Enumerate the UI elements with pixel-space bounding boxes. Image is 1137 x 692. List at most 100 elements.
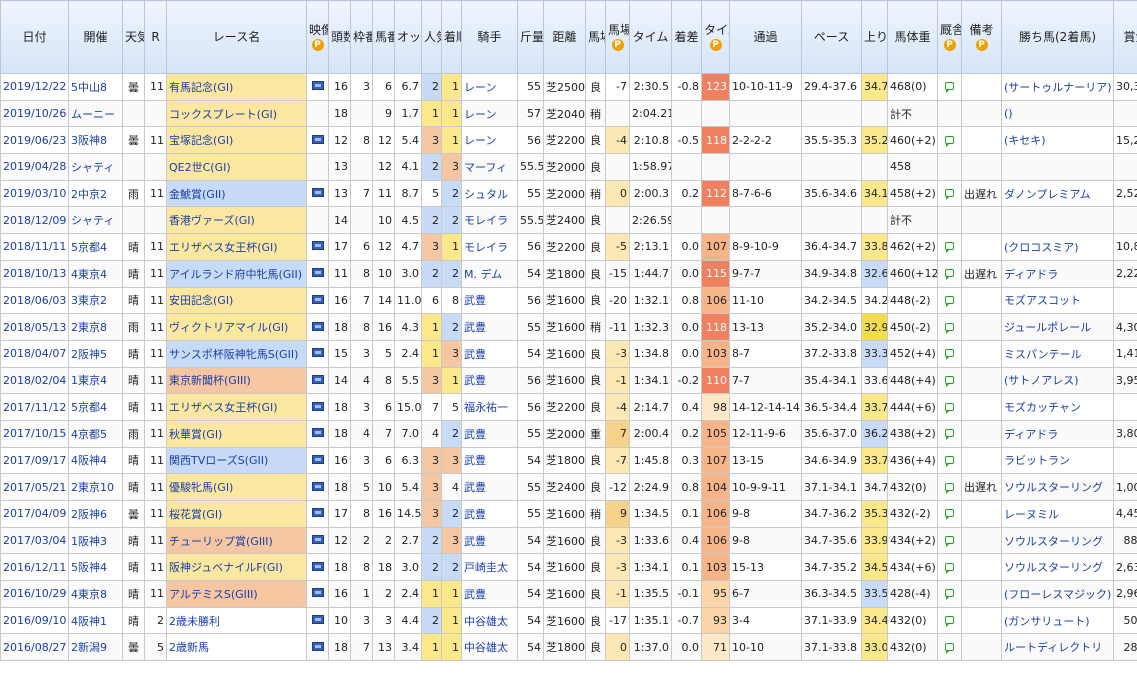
comment-icon[interactable]: [945, 429, 954, 441]
venue-link[interactable]: 4阪神4: [68, 446, 123, 475]
stable-comment-cell[interactable]: [937, 73, 962, 101]
winner-link[interactable]: モズカッチャン: [1001, 393, 1114, 421]
venue-link[interactable]: 4東京4: [68, 259, 123, 288]
comment-icon[interactable]: [945, 562, 954, 574]
stable-comment-cell[interactable]: [937, 606, 962, 635]
race-name-link[interactable]: エリザベス女王杯(GI): [166, 233, 307, 261]
video-icon[interactable]: [311, 268, 324, 278]
header-prize[interactable]: 賞金: [1113, 0, 1137, 74]
comment-icon[interactable]: [945, 189, 954, 201]
venue-link[interactable]: 3阪神8: [68, 126, 123, 155]
race-date-link[interactable]: 2016/09/10: [0, 606, 69, 635]
jockey-link[interactable]: M. デム: [461, 259, 518, 288]
race-date-link[interactable]: 2017/10/15: [0, 419, 69, 448]
comment-icon[interactable]: [945, 642, 954, 654]
header-field-size[interactable]: 頭数: [328, 0, 351, 74]
venue-link[interactable]: 5京都4: [68, 233, 123, 261]
header-weight-carried[interactable]: 斤量: [517, 0, 544, 74]
race-name-link[interactable]: コックスプレート(GI): [166, 99, 307, 128]
jockey-link[interactable]: マーフィ: [461, 153, 518, 181]
race-name-link[interactable]: チューリップ賞(GIII): [166, 526, 307, 555]
comment-icon[interactable]: [945, 509, 954, 521]
stable-comment-cell[interactable]: [937, 580, 962, 608]
race-name-link[interactable]: 2歳新馬: [166, 633, 307, 662]
header-weather[interactable]: 天気: [122, 0, 145, 74]
winner-link[interactable]: (サートゥルナーリア): [1001, 73, 1114, 101]
stable-comment-cell[interactable]: [937, 526, 962, 555]
video-icon[interactable]: [311, 134, 324, 144]
stable-comment-cell[interactable]: [937, 313, 962, 341]
jockey-link[interactable]: 武豊: [461, 366, 518, 395]
race-date-link[interactable]: 2017/03/04: [0, 526, 69, 555]
video-cell[interactable]: [306, 233, 329, 261]
header-time-index[interactable]: タイム指数P: [701, 0, 730, 74]
race-name-link[interactable]: 2歳未勝利: [166, 606, 307, 635]
video-cell[interactable]: [306, 606, 329, 635]
stable-comment-cell[interactable]: [937, 393, 962, 421]
header-frame[interactable]: 枠番: [350, 0, 373, 74]
race-name-link[interactable]: 香港ヴァーズ(GI): [166, 206, 307, 235]
winner-link[interactable]: ソウルスターリング: [1001, 473, 1114, 501]
race-date-link[interactable]: 2017/11/12: [0, 393, 69, 421]
winner-link[interactable]: (ガンサリュート): [1001, 606, 1114, 635]
stable-comment-cell[interactable]: [937, 419, 962, 448]
header-race-name[interactable]: レース名: [166, 0, 307, 74]
race-name-link[interactable]: 金鯱賞(GII): [166, 179, 307, 208]
race-name-link[interactable]: 桜花賞(GI): [166, 500, 307, 528]
jockey-link[interactable]: 武豊: [461, 526, 518, 555]
race-date-link[interactable]: 2019/06/23: [0, 126, 69, 155]
venue-link[interactable]: 5京都4: [68, 393, 123, 421]
race-date-link[interactable]: 2019/12/22: [0, 73, 69, 101]
race-name-link[interactable]: サンスポ杯阪神牝馬S(GII): [166, 339, 307, 368]
header-video[interactable]: 映像P: [306, 0, 329, 74]
jockey-link[interactable]: レーン: [461, 73, 518, 101]
winner-link[interactable]: (キセキ): [1001, 126, 1114, 155]
venue-link[interactable]: シャティ: [68, 206, 123, 235]
venue-link[interactable]: 2阪神5: [68, 339, 123, 368]
comment-icon[interactable]: [945, 536, 954, 548]
video-icon[interactable]: [311, 374, 324, 384]
winner-link[interactable]: (): [1001, 99, 1114, 128]
video-cell[interactable]: [306, 313, 329, 341]
race-date-link[interactable]: 2018/06/03: [0, 286, 69, 315]
video-icon[interactable]: [311, 294, 324, 304]
venue-link[interactable]: 2東京10: [68, 473, 123, 501]
video-icon[interactable]: [311, 481, 324, 491]
header-race-number[interactable]: R: [144, 0, 167, 74]
race-name-link[interactable]: 優駿牝馬(GI): [166, 473, 307, 501]
venue-link[interactable]: 2阪神6: [68, 500, 123, 528]
winner-link[interactable]: (サトノアレス): [1001, 366, 1114, 395]
race-name-link[interactable]: 東京新聞杯(GIII): [166, 366, 307, 395]
venue-link[interactable]: 5中山8: [68, 73, 123, 101]
jockey-link[interactable]: 戸崎圭太: [461, 553, 518, 582]
race-name-link[interactable]: 阪神ジュベナイルF(GI): [166, 553, 307, 582]
stable-comment-cell[interactable]: [937, 259, 962, 288]
jockey-link[interactable]: 武豊: [461, 339, 518, 368]
header-distance[interactable]: 距離: [543, 0, 586, 74]
race-name-link[interactable]: QE2世C(GI): [166, 153, 307, 181]
race-name-link[interactable]: ヴィクトリアマイル(GI): [166, 313, 307, 341]
comment-icon[interactable]: [945, 589, 954, 601]
comment-icon[interactable]: [945, 482, 954, 494]
header-winner[interactable]: 勝ち馬(2着馬): [1001, 0, 1114, 74]
winner-link[interactable]: (フローレスマジック): [1001, 580, 1114, 608]
stable-comment-cell[interactable]: [937, 233, 962, 261]
jockey-link[interactable]: 中谷雄太: [461, 633, 518, 662]
video-cell[interactable]: [306, 633, 329, 662]
header-pace[interactable]: ペース: [801, 0, 862, 74]
jockey-link[interactable]: 武豊: [461, 446, 518, 475]
comment-icon[interactable]: [945, 269, 954, 281]
jockey-link[interactable]: モレイラ: [461, 233, 518, 261]
video-icon[interactable]: [311, 81, 324, 91]
header-margin[interactable]: 着差: [671, 0, 702, 74]
video-icon[interactable]: [311, 348, 324, 358]
header-track-condition[interactable]: 馬場: [585, 0, 606, 74]
race-date-link[interactable]: 2017/05/21: [0, 473, 69, 501]
race-name-link[interactable]: アイルランド府中牝馬(GII): [166, 259, 307, 288]
race-date-link[interactable]: 2019/04/28: [0, 153, 69, 181]
header-date[interactable]: 日付: [0, 0, 69, 74]
header-horse-number[interactable]: 馬番: [372, 0, 395, 74]
header-time[interactable]: タイム: [629, 0, 672, 74]
comment-icon[interactable]: [945, 322, 954, 334]
video-icon[interactable]: [311, 428, 324, 438]
